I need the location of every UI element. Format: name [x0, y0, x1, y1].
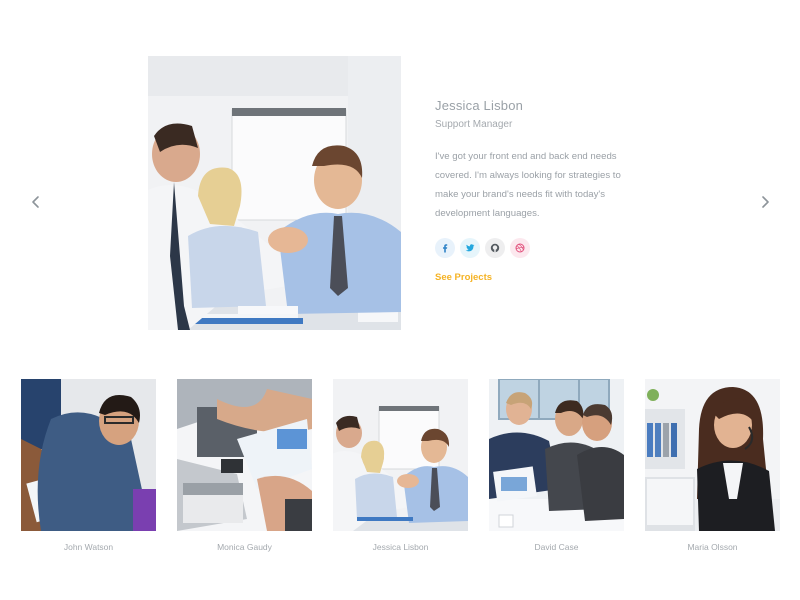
member-name: Jessica Lisbon [372, 542, 429, 552]
featured-member-role: Support Manager [435, 119, 513, 130]
chevron-left-icon [32, 196, 39, 208]
team-member-card[interactable]: David Case [489, 379, 624, 552]
featured-member-name: Jessica Lisbon [435, 98, 524, 113]
team-member-card[interactable]: Maria Olsson [645, 379, 780, 552]
member-photo [177, 379, 312, 531]
dribbble-link[interactable] [510, 238, 530, 258]
prev-arrow-button[interactable] [25, 191, 47, 213]
team-thumbnails: John Watson Monica Gaudy Jessica Lisbon … [21, 379, 781, 559]
facebook-icon [443, 244, 448, 253]
social-links [435, 238, 635, 258]
member-photo [645, 379, 780, 531]
dribbble-icon [515, 243, 525, 253]
member-photo [333, 379, 468, 531]
member-name: David Case [534, 542, 579, 552]
chevron-right-icon [762, 196, 769, 208]
member-photo [489, 379, 624, 531]
featured-member-bio: I've got your front end and back end nee… [435, 151, 621, 219]
next-arrow-button[interactable] [754, 191, 776, 213]
facebook-link[interactable] [435, 238, 455, 258]
github-link[interactable] [485, 238, 505, 258]
team-member-card[interactable]: Jessica Lisbon [333, 379, 468, 552]
featured-member-info: Jessica Lisbon Support Manager I've got … [435, 98, 635, 285]
twitter-link[interactable] [460, 238, 480, 258]
featured-member-photo [148, 56, 401, 330]
twitter-icon [465, 244, 475, 252]
team-member-card[interactable]: Monica Gaudy [177, 379, 312, 552]
team-member-card[interactable]: John Watson [21, 379, 156, 552]
member-name: John Watson [63, 542, 114, 552]
member-name: Maria Olsson [687, 542, 738, 552]
member-name: Monica Gaudy [217, 542, 272, 552]
see-projects-link[interactable]: See Projects [435, 272, 492, 283]
team-carousel-page: Jessica Lisbon Support Manager I've got … [0, 0, 800, 600]
github-icon [490, 243, 500, 253]
member-photo [21, 379, 156, 531]
